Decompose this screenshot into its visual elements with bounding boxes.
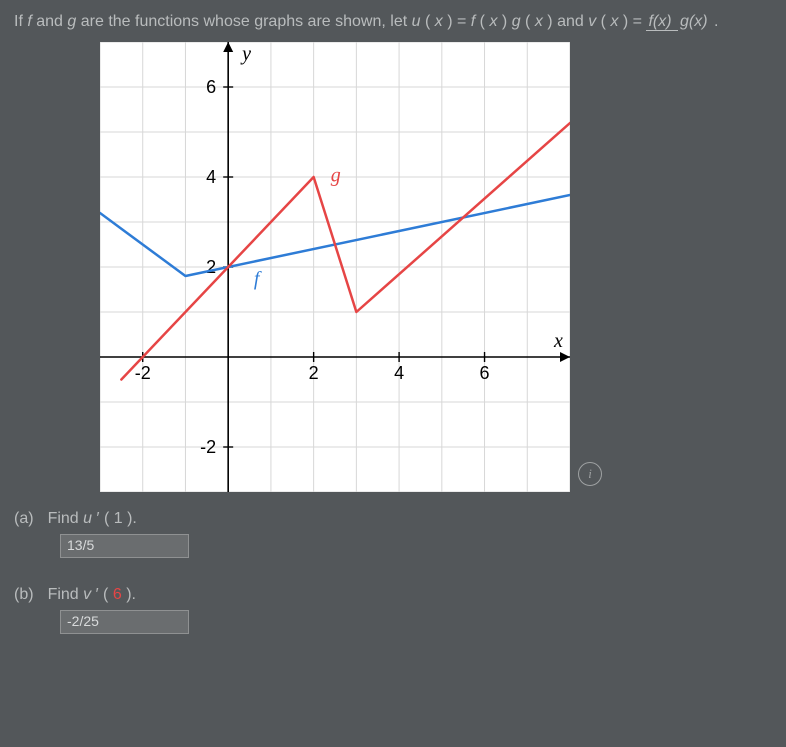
svg-text:x: x [553, 330, 563, 352]
t: ) = [447, 13, 471, 30]
u-lhs: u [412, 13, 421, 30]
part-a-label: (a) [14, 510, 34, 528]
svg-text:f: f [254, 268, 262, 290]
fraction: f(x) g(x) [646, 13, 709, 31]
v-lhs: v [588, 13, 596, 30]
t: ( [425, 13, 430, 30]
frac-den-g: g [680, 13, 689, 30]
graph-svg: -2 2 4 6 -2 2 4 6 y x f g [100, 42, 570, 492]
t: If [14, 13, 27, 30]
frac-den-rest: (x) [689, 13, 708, 30]
t: and [36, 13, 67, 30]
var-g: g [67, 13, 76, 30]
svg-text:4: 4 [394, 363, 404, 383]
t: ( [525, 13, 530, 30]
svg-text:g: g [331, 165, 341, 187]
t: ) = [623, 13, 647, 30]
var-x: x [535, 13, 543, 30]
part-a-text: Find u ′ ( 1 ). [48, 510, 137, 528]
answer-input-b[interactable]: -2/25 [60, 610, 189, 634]
info-icon[interactable]: i [578, 462, 602, 486]
frac-num-rest: (x) [653, 13, 672, 30]
svg-text:y: y [240, 43, 251, 65]
part-b-label: (b) [14, 586, 34, 604]
svg-text:2: 2 [309, 363, 319, 383]
t: ) [547, 13, 552, 30]
t: are the functions whose graphs are shown… [81, 13, 412, 30]
question-prompt: If f and g are the functions whose graph… [0, 0, 786, 34]
var-x: x [489, 13, 497, 30]
svg-text:2: 2 [206, 257, 216, 277]
svg-text:4: 4 [206, 167, 216, 187]
t: ) [502, 13, 507, 30]
graph-figure: -2 2 4 6 -2 2 4 6 y x f g [100, 42, 570, 492]
t: ( [480, 13, 485, 30]
info-icon-glyph: i [588, 466, 592, 482]
part-a: (a) Find u ′ ( 1 ). 13/5 [14, 510, 772, 558]
part-b: (b) Find v ′ ( 6 ). -2/25 [14, 586, 772, 634]
rhs-f: f [471, 13, 475, 30]
svg-text:-2: -2 [135, 363, 151, 383]
part-b-text: Find v ′ ( 6 ). [48, 586, 136, 604]
svg-text:6: 6 [206, 77, 216, 97]
svg-text:-2: -2 [200, 437, 216, 457]
t: and [557, 13, 588, 30]
svg-text:6: 6 [480, 363, 490, 383]
t: . [714, 13, 718, 30]
answer-input-a[interactable]: 13/5 [60, 534, 189, 558]
var-x: x [610, 13, 618, 30]
rhs-g: g [512, 13, 521, 30]
var-f: f [27, 13, 31, 30]
t: ( [601, 13, 606, 30]
var-x: x [435, 13, 443, 30]
